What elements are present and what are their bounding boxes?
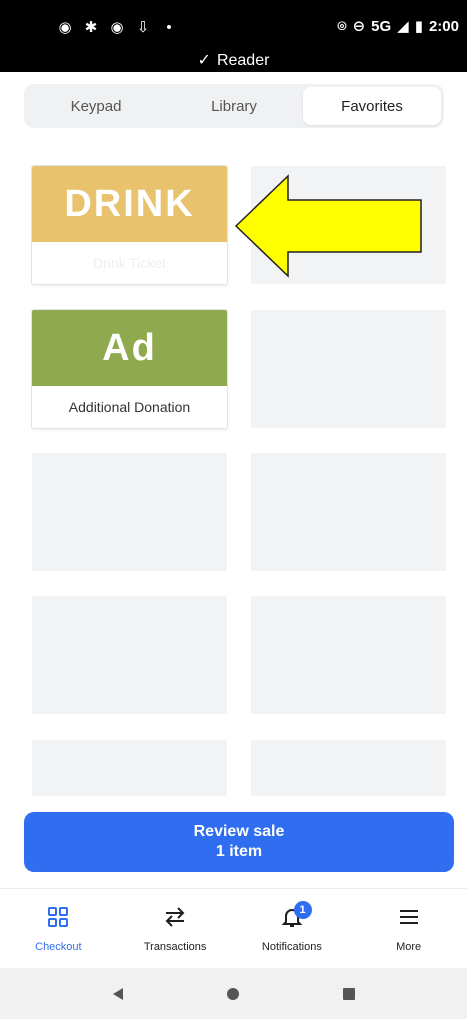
status-notification-icons: ◉ ✱ ◉ ⇩ • <box>58 18 176 37</box>
notification-badge: 1 <box>293 901 312 919</box>
dot-icon: • <box>166 18 172 36</box>
item-swatch: DRINK <box>32 166 227 242</box>
battery-icon: ▮ <box>414 18 423 35</box>
nav-more[interactable]: More <box>350 889 467 968</box>
nav-label: Transactions <box>143 941 207 953</box>
back-icon[interactable] <box>111 987 125 1001</box>
nav-label: Notifications <box>261 941 322 953</box>
dnd-icon: ⊖ <box>352 18 366 35</box>
bluetooth-icon: ✱ <box>84 19 98 36</box>
check-icon: ✓ <box>197 52 211 69</box>
clock: 2:00 <box>428 17 459 35</box>
screen-record-icon: ◉ <box>110 19 124 36</box>
download-icon: ⇩ <box>136 19 150 36</box>
tab-keypad[interactable]: Keypad <box>27 87 165 125</box>
favorite-item-additional-donation[interactable]: Ad Additional Donation <box>32 310 227 428</box>
review-sale-label: Review sale <box>193 823 285 840</box>
empty-favorite-slot[interactable] <box>251 596 446 714</box>
tab-bar: Keypad Library Favorites <box>24 84 444 128</box>
screen-record-icon: ◉ <box>58 19 72 36</box>
empty-favorite-slot[interactable] <box>32 453 227 571</box>
nav-notifications[interactable]: 1 Notifications <box>234 889 351 968</box>
home-icon[interactable] <box>226 987 240 1001</box>
review-sale-count: 1 item <box>215 843 263 860</box>
item-swatch: Ad <box>32 310 227 386</box>
favorite-item-drink-ticket[interactable]: DRINK Drink Ticket <box>32 166 227 284</box>
annotation-arrow-icon <box>234 174 422 278</box>
status-bar: ◉ ✱ ◉ ⇩ • ⌾ ⊖ 5G ◢ ▮ 2:00 ✓ Reader <box>0 0 467 72</box>
item-name: Additional Donation <box>68 399 191 415</box>
empty-favorite-slot[interactable] <box>251 453 446 571</box>
item-name: Drink Ticket <box>92 255 167 271</box>
grid-icon <box>47 901 69 933</box>
reader-status[interactable]: ✓ Reader <box>0 50 467 70</box>
signal-icon: ◢ <box>397 18 409 35</box>
nav-checkout[interactable]: Checkout <box>0 889 117 968</box>
tab-favorites[interactable]: Favorites <box>303 87 441 125</box>
nav-label: More <box>396 941 422 953</box>
review-sale-button[interactable]: Review sale 1 item <box>24 812 454 872</box>
nav-transactions[interactable]: Transactions <box>117 889 234 968</box>
location-icon: ⌾ <box>337 17 347 35</box>
swap-arrows-icon <box>163 901 187 933</box>
reader-label: Reader <box>216 52 270 69</box>
hamburger-icon <box>398 901 420 933</box>
bottom-nav: Checkout Transactions 1 Notifications Mo… <box>0 888 467 968</box>
empty-favorite-slot[interactable] <box>251 310 446 428</box>
tab-library[interactable]: Library <box>165 87 303 125</box>
recents-icon[interactable] <box>342 987 356 1001</box>
status-system-icons: ⌾ ⊖ 5G ◢ ▮ 2:00 <box>337 17 459 36</box>
network-label: 5G <box>371 17 392 35</box>
system-nav-bar <box>0 968 467 1019</box>
nav-label: Checkout <box>35 941 82 953</box>
empty-favorite-slot[interactable] <box>32 740 227 796</box>
empty-favorite-slot[interactable] <box>251 740 446 796</box>
empty-favorite-slot[interactable] <box>32 596 227 714</box>
